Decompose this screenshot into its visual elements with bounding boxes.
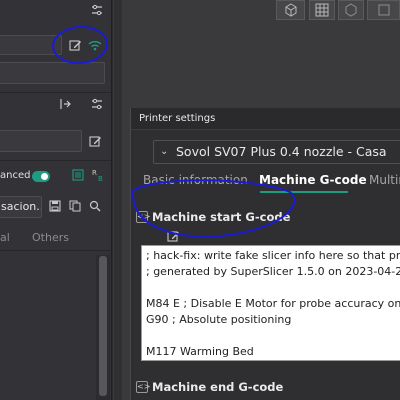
code-line: M84 E ; Disable E Motor for probe accura…: [146, 297, 400, 310]
sidebar-tab-others[interactable]: Others: [32, 231, 69, 244]
copy-icon[interactable]: [68, 199, 82, 213]
rb-icon[interactable]: RB: [90, 167, 106, 183]
code-line: ; hack-fix: write fake slicer info here …: [146, 249, 400, 262]
sliders-icon[interactable]: [90, 97, 104, 111]
table-icon[interactable]: [71, 168, 85, 182]
advanced-toggle[interactable]: [32, 171, 50, 182]
wifi-icon[interactable]: [87, 37, 103, 53]
code-line: ; generated by SuperSlicer 1.5.0 on 2023…: [146, 265, 400, 278]
preset-select[interactable]: ⌄ Sovol SV07 Plus 0.4 nozzle - Casa: [153, 140, 400, 164]
svg-text:B: B: [98, 175, 103, 182]
start-gcode-editor[interactable]: ; hack-fix: write fake slicer info here …: [141, 245, 400, 361]
dialog-body: ⌄ Sovol SV07 Plus 0.4 nozzle - Casa Basi…: [133, 130, 400, 400]
divider: [0, 160, 111, 161]
code-section-icon: <>: [136, 381, 151, 393]
tab-basic-information[interactable]: Basic information: [143, 173, 248, 187]
sliders-icon[interactable]: [90, 3, 104, 17]
edit-icon[interactable]: [167, 230, 180, 246]
dialog-title: Printer settings: [131, 108, 400, 130]
cube-icon[interactable]: [276, 0, 305, 20]
viewport-scrollbar: [114, 0, 122, 400]
process-select[interactable]: sacion...: [0, 196, 42, 218]
printer-select[interactable]: [0, 35, 62, 55]
code-line: M117 Warming Bed: [146, 345, 254, 358]
preset-name: Sovol SV07 Plus 0.4 nozzle - Casa: [176, 144, 387, 159]
code-line: G90 ; Absolute positioning: [146, 313, 292, 326]
machine-start-gcode-heading: Machine start G-code: [152, 210, 291, 224]
divider: [0, 92, 111, 93]
tab-machine-gcode[interactable]: Machine G-code: [259, 173, 367, 187]
edit-icon[interactable]: [87, 133, 103, 149]
sidebar: anced RB sacion... al Others: [0, 0, 112, 400]
process-select-text: sacion...: [1, 200, 41, 213]
save-icon[interactable]: [48, 199, 62, 213]
connection-field[interactable]: [0, 62, 105, 84]
import-icon[interactable]: [58, 97, 72, 111]
advanced-label: anced: [0, 170, 31, 181]
tab-multimaterial[interactable]: Multim: [369, 173, 400, 187]
grid-icon[interactable]: [309, 0, 335, 20]
filament-select[interactable]: [0, 130, 82, 152]
cube-wire-icon[interactable]: [338, 0, 364, 20]
view-icon[interactable]: [367, 0, 400, 20]
code-section-icon: <>: [136, 211, 151, 223]
active-tab-indicator: [260, 191, 348, 193]
svg-text:R: R: [92, 169, 97, 177]
sidebar-tab-general[interactable]: al: [0, 231, 10, 244]
edit-icon[interactable]: [67, 37, 83, 53]
divider: [0, 250, 111, 251]
chevron-down-icon: ⌄: [160, 146, 169, 157]
machine-end-gcode-heading: Machine end G-code: [152, 380, 284, 394]
printer-settings-dialog: Printer settings ⌄ Sovol SV07 Plus 0.4 n…: [130, 108, 400, 400]
sidebar-scrollbar-thumb[interactable]: [99, 256, 107, 396]
search-icon[interactable]: [88, 199, 102, 213]
